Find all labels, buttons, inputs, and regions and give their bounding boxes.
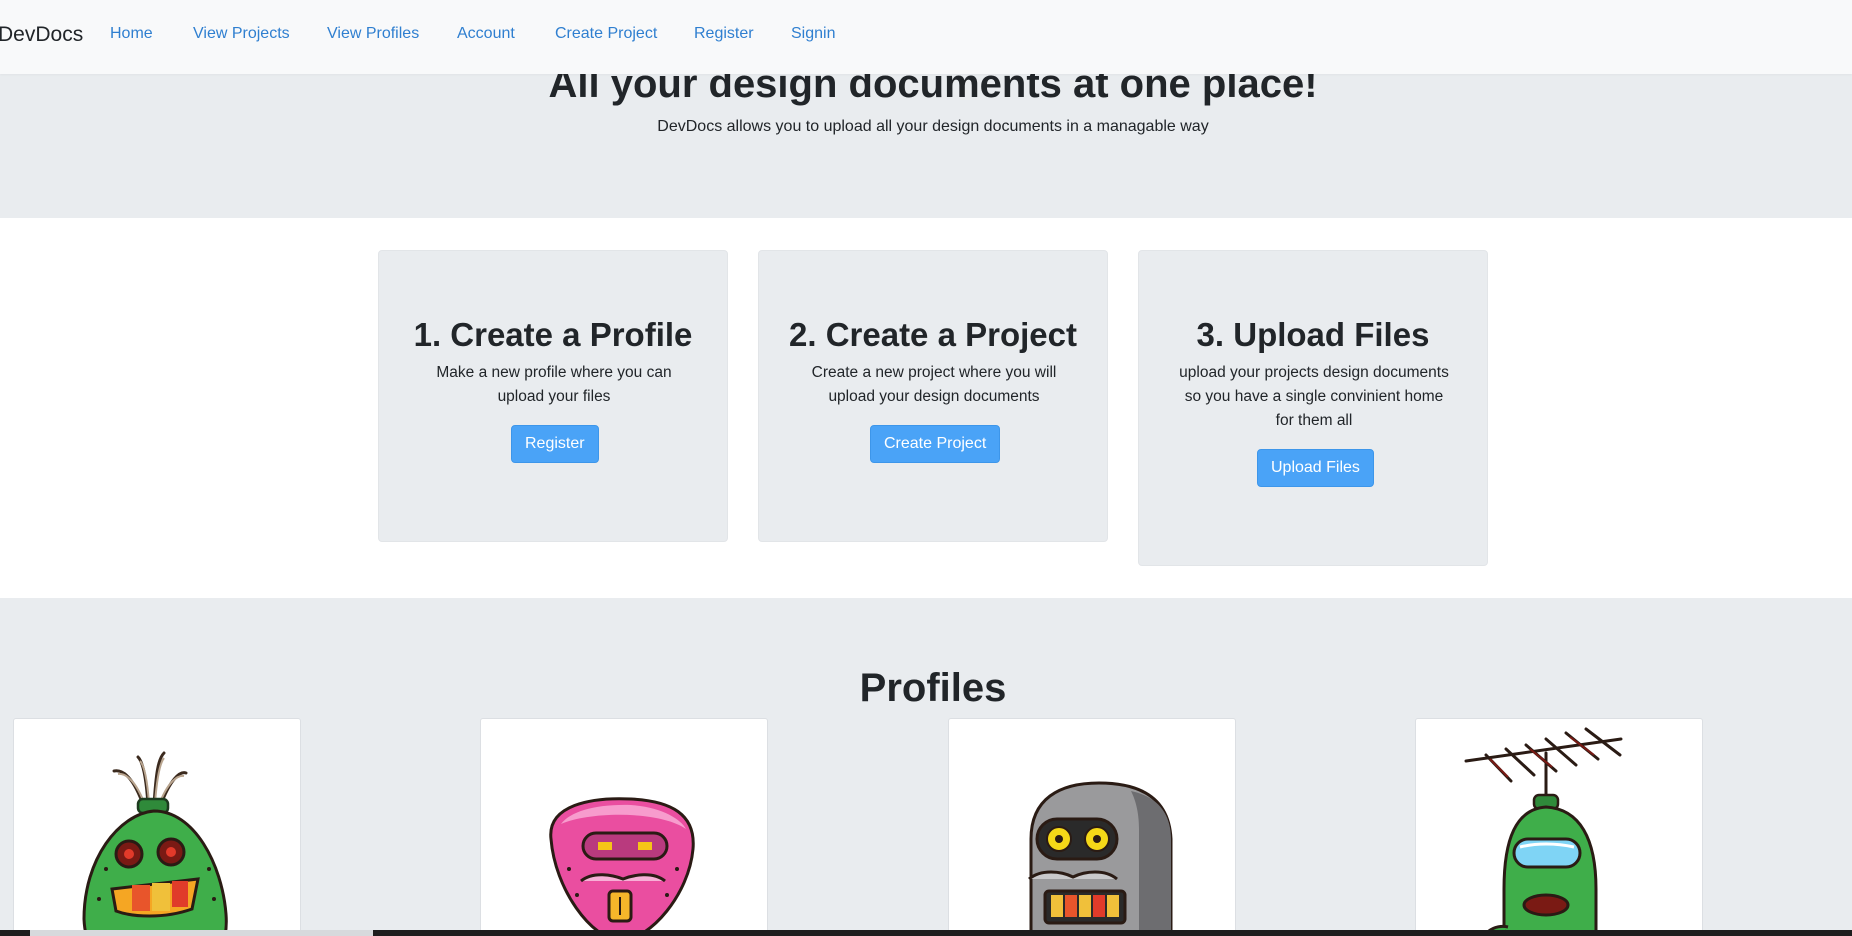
profile-card[interactable]	[1415, 718, 1703, 936]
step-card-upload-files: 3. Upload Files upload your projects des…	[1138, 250, 1488, 566]
nav-link-register[interactable]: Register	[694, 24, 754, 44]
nav-link-create-project[interactable]: Create Project	[555, 24, 657, 44]
antenna-robot-avatar-icon	[1464, 727, 1623, 936]
nav-link-account[interactable]: Account	[457, 24, 515, 44]
top-navbar: DevDocs Home View Projects View Profiles…	[0, 0, 1852, 74]
register-button[interactable]: Register	[511, 425, 599, 463]
step-description: upload your projects design documents so…	[1179, 364, 1449, 429]
brand-logo[interactable]: DevDocs	[0, 22, 83, 48]
gray-robot-avatar-icon	[1028, 781, 1173, 936]
green-robot-avatar-icon	[82, 751, 228, 936]
nav-link-view-profiles[interactable]: View Profiles	[327, 24, 419, 44]
profile-card[interactable]	[480, 718, 768, 936]
step-description: Make a new profile where you can upload …	[436, 364, 672, 405]
step-description: Create a new project where you will uplo…	[811, 364, 1057, 405]
step-title: 3. Upload Files	[1196, 316, 1430, 353]
scrollbar-thumb[interactable]	[30, 930, 373, 936]
profile-card[interactable]	[948, 718, 1236, 936]
profiles-section: Profiles	[0, 598, 1852, 936]
profile-card[interactable]	[13, 718, 301, 936]
page: All your design documents at one place! …	[0, 0, 1852, 936]
step-card-create-project: 2. Create a Project Create a new project…	[758, 250, 1108, 542]
step-title: 2. Create a Project	[789, 316, 1077, 353]
hero-subtitle: DevDocs allows you to upload all your de…	[657, 118, 1209, 135]
nav-link-view-projects[interactable]: View Projects	[193, 24, 290, 44]
step-card-create-profile: 1. Create a Profile Make a new profile w…	[378, 250, 728, 542]
profiles-title: Profiles	[859, 666, 1007, 710]
nav-link-signin[interactable]: Signin	[791, 24, 835, 44]
create-project-button[interactable]: Create Project	[870, 425, 1001, 463]
upload-files-button[interactable]: Upload Files	[1257, 449, 1374, 487]
step-title: 1. Create a Profile	[413, 316, 693, 353]
pink-robot-avatar-icon	[549, 797, 695, 936]
nav-link-home[interactable]: Home	[110, 24, 153, 44]
